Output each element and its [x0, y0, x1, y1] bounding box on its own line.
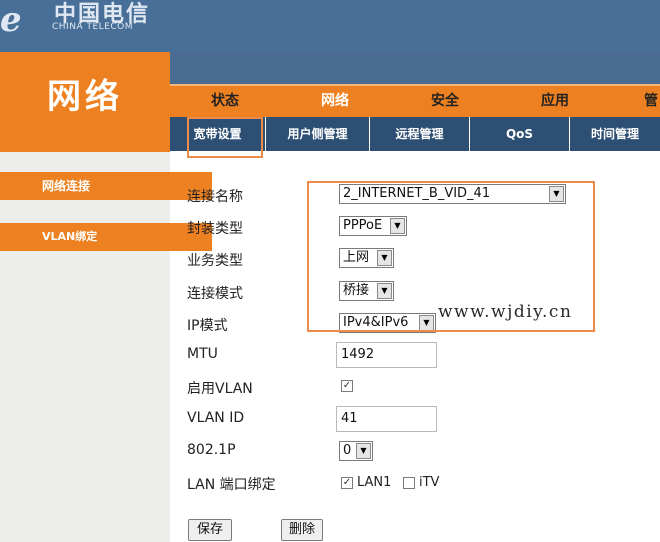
tab-application[interactable]: 应用: [520, 86, 590, 117]
enable-vlan-label: 启用VLAN: [187, 381, 253, 397]
tab-management[interactable]: 管: [644, 86, 660, 117]
subtab-time-management[interactable]: 时间管理: [570, 117, 660, 151]
subtab-qos[interactable]: QoS: [470, 117, 570, 151]
tab-status[interactable]: 状态: [190, 86, 260, 117]
dot1p-value: 0: [343, 443, 352, 458]
itv-label: iTV: [419, 475, 440, 490]
tab-network[interactable]: 网络: [300, 86, 370, 117]
sidebar-item-vlan-binding[interactable]: VLAN绑定: [0, 223, 212, 251]
sidebar-item-network-connection[interactable]: 网络连接: [0, 172, 212, 200]
mtu-input[interactable]: 1492: [336, 342, 437, 368]
section-title: 网络: [47, 77, 123, 117]
lan-binding-label: LAN 端口绑定: [187, 477, 276, 493]
dot1p-select[interactable]: 0 ▼: [339, 441, 373, 461]
top-band: [170, 52, 660, 84]
logo-english-text: CHINA TELECOM: [52, 22, 133, 32]
ip-mode-label: IP模式: [187, 318, 228, 334]
save-button[interactable]: 保存: [188, 519, 232, 541]
service-type-label: 业务类型: [187, 253, 243, 269]
delete-button[interactable]: 删除: [281, 519, 323, 541]
enable-vlan-checkbox[interactable]: ✓: [341, 380, 353, 392]
subtab-user-side-management[interactable]: 用户侧管理: [266, 117, 370, 151]
itv-checkbox[interactable]: [403, 477, 415, 489]
main-nav: 状态 网络 安全 应用 管: [170, 84, 660, 117]
subtab-remote-management[interactable]: 远程管理: [370, 117, 470, 151]
dot1p-label: 802.1P: [187, 442, 236, 458]
connection-name-label: 连接名称: [187, 189, 243, 205]
mtu-label: MTU: [187, 346, 218, 362]
vlan-id-label: VLAN ID: [187, 410, 245, 426]
vlan-id-input[interactable]: 41: [336, 406, 437, 432]
lan1-label: LAN1: [357, 475, 392, 490]
encapsulation-label: 封装类型: [187, 221, 243, 237]
connection-mode-label: 连接模式: [187, 286, 243, 302]
lan1-checkbox[interactable]: ✓: [341, 477, 353, 489]
watermark-text: www.wjdiy.cn: [438, 302, 573, 322]
dropdown-arrow-icon: ▼: [356, 443, 371, 459]
highlight-broadband-tab: [187, 117, 263, 158]
china-telecom-logo-icon: ℯ: [0, 0, 22, 40]
sidebar: 网络连接 VLAN绑定: [0, 152, 212, 542]
tab-security[interactable]: 安全: [410, 86, 480, 117]
